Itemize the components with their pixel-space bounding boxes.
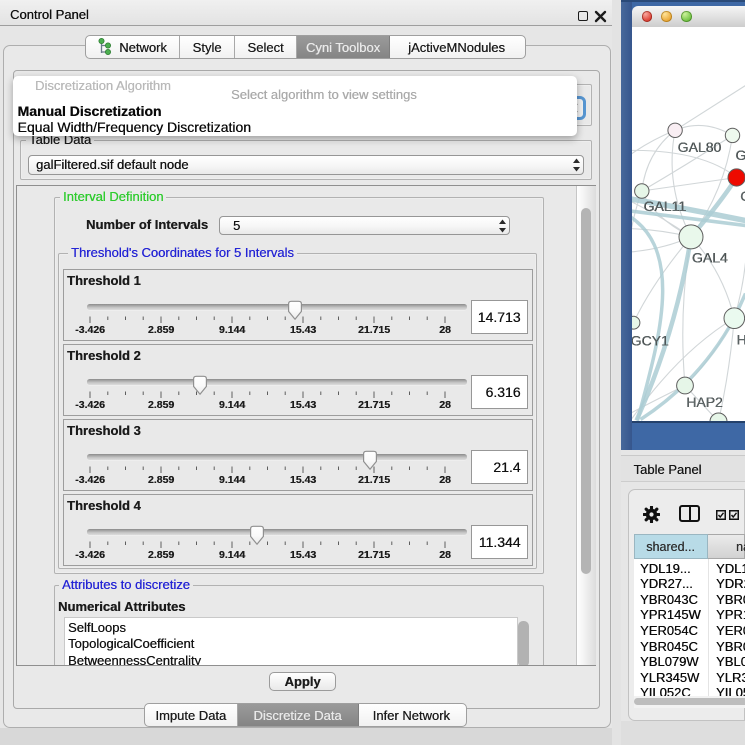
- svg-text:GAL80: GAL80: [677, 139, 721, 155]
- svg-text:GAL4: GAL4: [691, 249, 727, 265]
- svg-text:GCY1: GCY1: [632, 332, 669, 348]
- svg-text:HAP2: HAP2: [686, 394, 723, 410]
- svg-text:HAP1: HAP1: [736, 331, 745, 347]
- svg-text:CDC1: CDC1: [740, 188, 745, 204]
- svg-text:GAL4: GAL4: [735, 147, 745, 163]
- svg-text:GAL11: GAL11: [643, 198, 686, 214]
